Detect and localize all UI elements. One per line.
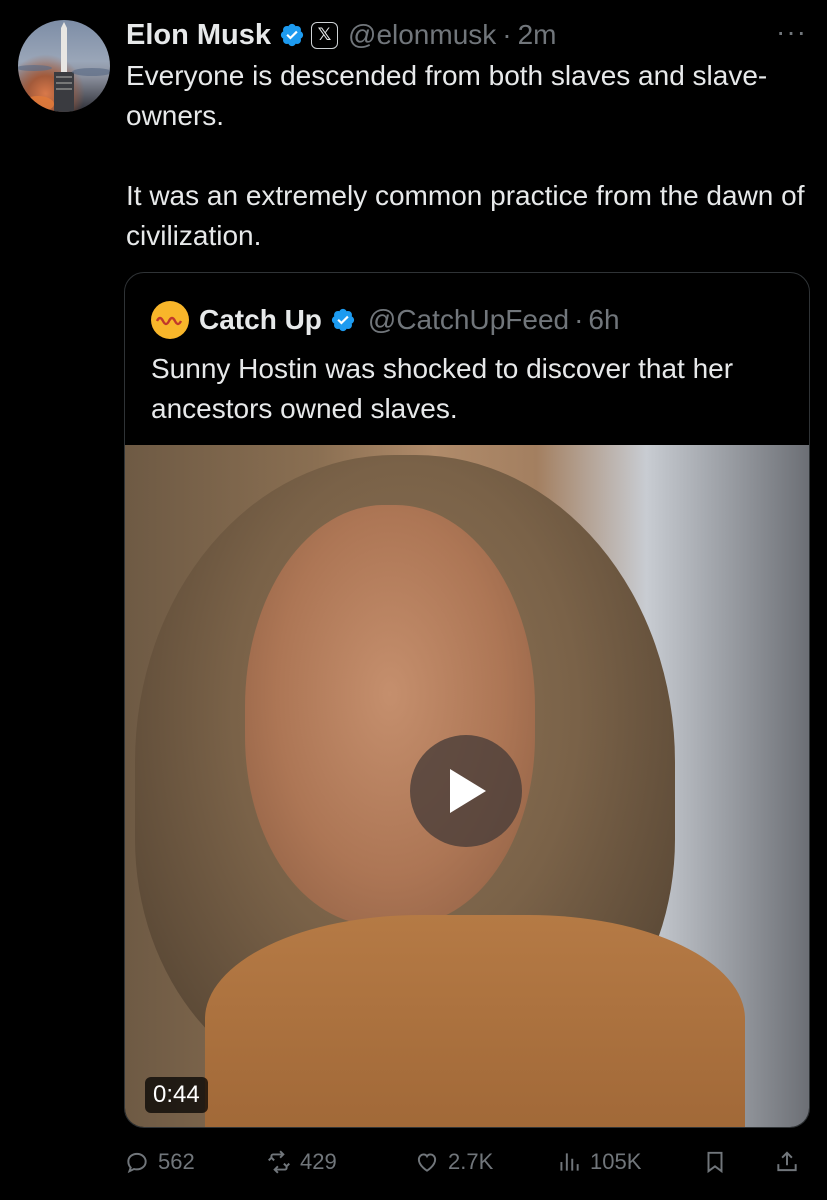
views-bar-chart-icon xyxy=(560,1153,579,1171)
reply-count: 562 xyxy=(158,1149,195,1174)
tweet-actions: 562 429 2.7K 105K xyxy=(124,1140,810,1184)
reply-icon xyxy=(127,1152,147,1174)
repost-icon xyxy=(268,1150,290,1174)
quoted-tweet[interactable]: Catch Up @CatchUpFeed · 6h Sunny Hostin … xyxy=(124,272,810,1128)
quoted-tweet-header: Catch Up @CatchUpFeed · 6h xyxy=(151,299,620,341)
repost-count: 429 xyxy=(300,1149,337,1174)
bookmark-icon xyxy=(707,1151,723,1174)
author-handle[interactable]: @elonmusk xyxy=(348,19,496,51)
tweet-text: Everyone is descended from both slaves a… xyxy=(126,56,806,256)
author-name[interactable]: Elon Musk xyxy=(126,19,271,52)
like-count: 2.7K xyxy=(448,1149,494,1174)
video-duration: 0:44 xyxy=(145,1077,208,1113)
more-options-icon[interactable]: ··· xyxy=(776,16,807,48)
video-player[interactable]: 0:44 xyxy=(125,445,809,1127)
views-button[interactable]: 105K xyxy=(556,1140,641,1184)
bookmark-button[interactable] xyxy=(702,1140,728,1184)
tweet-text-paragraph-1: Everyone is descended from both slaves a… xyxy=(126,60,768,131)
quoted-author-handle[interactable]: @CatchUpFeed xyxy=(368,304,569,336)
play-button[interactable] xyxy=(410,735,522,847)
author-avatar[interactable] xyxy=(18,20,110,112)
video-frame-face xyxy=(245,505,535,925)
x-affiliate-badge-icon[interactable]: 𝕏 xyxy=(311,21,339,49)
quoted-verified-badge-icon[interactable] xyxy=(330,307,356,333)
share-icon xyxy=(777,1151,797,1172)
separator-dot: · xyxy=(502,19,512,50)
quoted-tweet-time[interactable]: 6h xyxy=(588,304,619,336)
catch-up-logo-icon[interactable] xyxy=(151,301,189,339)
view-count: 105K xyxy=(590,1149,642,1174)
reply-button[interactable]: 562 xyxy=(124,1140,195,1184)
heart-icon xyxy=(417,1153,437,1172)
quoted-author-name[interactable]: Catch Up xyxy=(199,304,322,336)
video-frame-shirt xyxy=(205,915,745,1127)
repost-button[interactable]: 429 xyxy=(266,1140,337,1184)
tweet-text-paragraph-2: It was an extremely common practice from… xyxy=(126,180,805,251)
like-button[interactable]: 2.7K xyxy=(414,1140,493,1184)
quoted-tweet-text: Sunny Hostin was shocked to discover tha… xyxy=(151,353,734,424)
verified-badge-icon[interactable] xyxy=(279,22,305,48)
quoted-separator-dot: · xyxy=(574,304,584,335)
starship-rocket-icon xyxy=(18,22,110,112)
tweet-header: Elon Musk 𝕏 @elonmusk · 2m xyxy=(126,16,557,54)
share-button[interactable] xyxy=(774,1140,800,1184)
play-icon xyxy=(450,769,486,813)
tweet-time[interactable]: 2m xyxy=(518,19,557,51)
